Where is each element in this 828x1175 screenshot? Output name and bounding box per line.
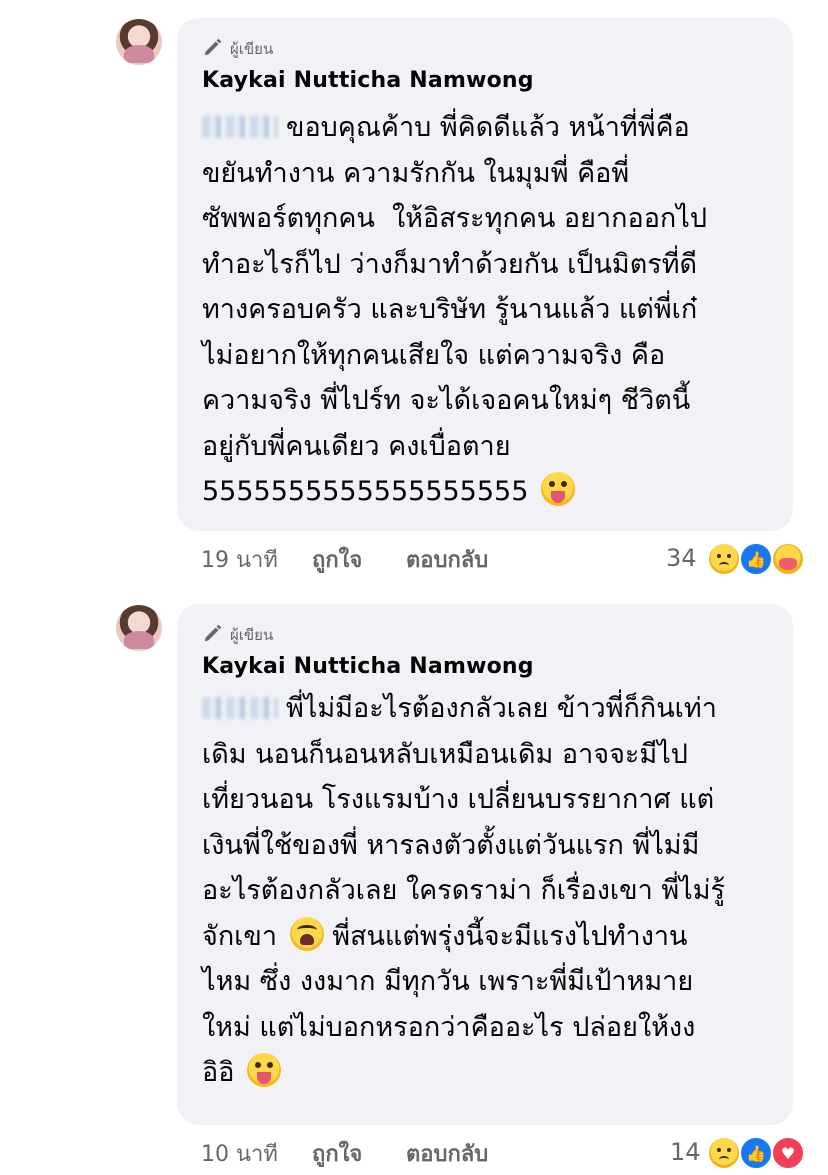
sad-reaction-icon[interactable] <box>707 542 741 576</box>
reply-button[interactable]: ตอบกลับ <box>406 1136 488 1171</box>
like-reaction-icon[interactable]: 👍 <box>739 542 773 576</box>
pen-icon <box>202 622 224 648</box>
author-badge: ผู้เขียน <box>202 36 273 62</box>
like-button[interactable]: ถูกใจ <box>312 542 362 577</box>
mention-tag[interactable] <box>202 697 278 719</box>
love-reaction-icon[interactable]: ♥ <box>771 1136 805 1170</box>
reaction-count[interactable]: 14 <box>670 1138 701 1166</box>
author-badge: ผู้เขียน <box>202 622 273 648</box>
mention-tag[interactable] <box>202 116 278 138</box>
crying-emoji-icon <box>289 916 324 951</box>
author-name[interactable]: Kaykai Nutticha Namwong <box>202 654 534 679</box>
author-badge-label: ผู้เขียน <box>230 626 274 644</box>
sad-reaction-icon[interactable] <box>707 1136 741 1170</box>
comment-text-block: ขอบคุณค้าบ พี่คิดดีแล้ว หน้าที่พี่คือ ขย… <box>202 105 763 515</box>
avatar[interactable] <box>116 605 162 651</box>
like-button[interactable]: ถูกใจ <box>312 1136 362 1171</box>
comment-time[interactable]: 19 นาที <box>201 542 278 577</box>
comment-bubble: ผู้เขียน Kaykai Nutticha Namwong ขอบคุณค… <box>177 18 793 531</box>
tongue-emoji-icon <box>247 1053 282 1087</box>
care-reaction-icon[interactable] <box>771 542 805 576</box>
comment-bubble: ผู้เขียน Kaykai Nutticha Namwong พี่ไม่ม… <box>177 604 793 1125</box>
tongue-emoji-icon <box>540 472 575 506</box>
reply-button[interactable]: ตอบกลับ <box>406 542 488 577</box>
comment-actions: 19 นาที ถูกใจ ตอบกลับ 34 👍 <box>0 542 828 576</box>
comment-text-block: พี่ไม่มีอะไรต้องกลัวเลย ข้าวพี่ก็กินเท่า… <box>202 686 763 1096</box>
reaction-count[interactable]: 34 <box>666 544 697 572</box>
comment-time[interactable]: 10 นาที <box>201 1136 278 1171</box>
comment-text: ขอบคุณค้าบ พี่คิดดีแล้ว หน้าที่พี่คือ ขย… <box>202 112 707 507</box>
author-name[interactable]: Kaykai Nutticha Namwong <box>202 68 534 93</box>
pen-icon <box>202 36 224 62</box>
comment-actions: 10 นาที ถูกใจ ตอบกลับ 14 ♥ 👍 <box>0 1136 828 1170</box>
comment-text: พี่ไม่มีอะไรต้องกลัวเลย ข้าวพี่ก็กินเท่า… <box>202 693 726 952</box>
author-badge-label: ผู้เขียน <box>230 40 274 58</box>
like-reaction-icon[interactable]: 👍 <box>739 1136 773 1170</box>
avatar[interactable] <box>116 19 162 65</box>
